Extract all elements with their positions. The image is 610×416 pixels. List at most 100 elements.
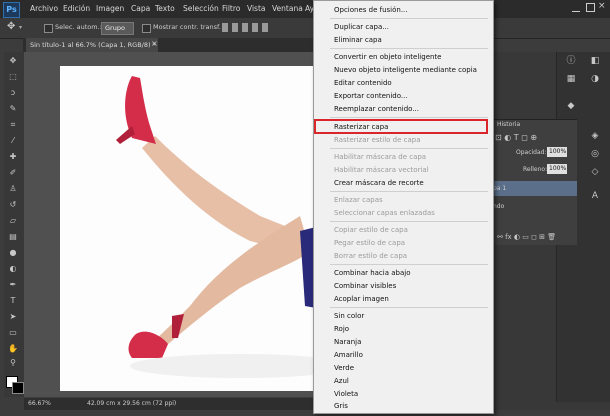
ctx-naranja[interactable]: Naranja: [334, 336, 361, 348]
fill-input[interactable]: 100%: [547, 164, 567, 174]
eyedropper-tool-icon[interactable]: ⁄: [8, 136, 18, 146]
ctx-separator: [330, 221, 488, 222]
menu-archivo[interactable]: Archivo: [30, 0, 58, 18]
show-transform-label: Mostrar contr. transf.: [153, 23, 221, 31]
minimize-icon[interactable]: [572, 3, 580, 12]
ctx-separator: [330, 48, 488, 49]
background-color-swatch[interactable]: [12, 382, 24, 394]
history-tab[interactable]: Historia: [497, 120, 520, 130]
eraser-tool-icon[interactable]: ▱: [8, 216, 18, 226]
menu-ventana[interactable]: Ventana: [272, 0, 303, 18]
path-selection-tool-icon[interactable]: ➤: [8, 312, 18, 322]
upper-heel-spike: [116, 126, 135, 144]
ctx-habilitar-mascara-vectorial[interactable]: Habilitar máscara vectorial: [334, 164, 429, 176]
adjustments-icon[interactable]: ◑: [588, 73, 602, 86]
brush-tool-icon[interactable]: ✐: [8, 168, 18, 178]
ctx-exportar-contenido[interactable]: Exportar contenido...: [334, 90, 408, 102]
menu-capa[interactable]: Capa: [131, 0, 150, 18]
menu-filtro[interactable]: Filtro: [222, 0, 240, 18]
dodge-tool-icon[interactable]: ◐: [8, 264, 18, 274]
ctx-separator: [330, 18, 488, 19]
ctx-crear-mascara-recorte[interactable]: Crear máscara de recorte: [334, 177, 424, 189]
ctx-rasterizar-estilo[interactable]: Rasterizar estilo de capa: [334, 134, 421, 146]
blur-tool-icon[interactable]: ●: [8, 248, 18, 258]
layer-row-fondo[interactable]: ndo: [493, 199, 577, 214]
ctx-convertir-objeto[interactable]: Convertir en objeto inteligente: [334, 51, 442, 63]
align-hcenter-icon[interactable]: [262, 23, 268, 32]
ctx-habilitar-mascara-capa[interactable]: Habilitar máscara de capa: [334, 151, 426, 163]
align-top-icon[interactable]: [222, 23, 228, 32]
align-buttons[interactable]: [220, 22, 310, 34]
info-icon[interactable]: ⓘ: [564, 55, 578, 68]
ctx-gris[interactable]: Gris: [334, 400, 348, 412]
document-info[interactable]: 42.09 cm x 29.56 cm (72 ppi): [87, 400, 176, 407]
opacity-input[interactable]: 100%: [547, 147, 567, 157]
history-brush-tool-icon[interactable]: ↺: [8, 200, 18, 210]
hand-tool-icon[interactable]: ✋: [8, 344, 18, 354]
ctx-combinar-abajo[interactable]: Combinar hacia abajo: [334, 267, 411, 279]
ctx-eliminar-capa[interactable]: Eliminar capa: [334, 34, 382, 46]
ctx-borrar-estilo[interactable]: Borrar estilo de capa: [334, 250, 407, 262]
gradient-tool-icon[interactable]: ▤: [8, 232, 18, 242]
channels-icon[interactable]: ◎: [588, 148, 602, 161]
ctx-acoplar-imagen[interactable]: Acoplar imagen: [334, 293, 389, 305]
auto-select-dropdown[interactable]: Grupo: [101, 22, 134, 35]
maximize-icon[interactable]: [586, 3, 595, 12]
ctx-editar-contenido[interactable]: Editar contenido: [334, 77, 392, 89]
ctx-verde[interactable]: Verde: [334, 362, 354, 374]
ctx-opciones-fusion[interactable]: Opciones de fusión...: [334, 4, 408, 16]
move-tool-icon[interactable]: ✥: [7, 21, 15, 32]
styles-icon[interactable]: ◆: [564, 100, 578, 113]
ctx-combinar-visibles[interactable]: Combinar visibles: [334, 280, 396, 292]
ctx-violeta[interactable]: Violeta: [334, 388, 358, 400]
zoom-level[interactable]: 66.67%: [28, 400, 51, 407]
layer-row-capa-1[interactable]: pa 1: [493, 181, 577, 196]
align-bottom-icon[interactable]: [242, 23, 248, 32]
pen-tool-icon[interactable]: ✒: [8, 280, 18, 290]
ctx-sin-color[interactable]: Sin color: [334, 310, 364, 322]
layer-filter-icons[interactable]: ⊡ ◐ T ◻ ⊕: [495, 133, 537, 142]
ctx-amarillo[interactable]: Amarillo: [334, 349, 363, 361]
ctx-azul[interactable]: Azul: [334, 375, 349, 387]
layers-icon[interactable]: ◈: [588, 130, 602, 143]
ctx-seleccionar-enlazadas[interactable]: Seleccionar capas enlazadas: [334, 207, 435, 219]
ctx-nuevo-objeto-copia[interactable]: Nuevo objeto inteligente mediante copia: [334, 64, 477, 76]
clone-stamp-tool-icon[interactable]: ♙: [8, 184, 18, 194]
show-transform-checkbox[interactable]: [142, 24, 151, 33]
zoom-tool-icon[interactable]: ⚲: [8, 358, 18, 368]
document-tab[interactable]: Sin título-1 al 66.7% (Capa 1, RGB/8) *: [26, 38, 158, 52]
ctx-duplicar-capa[interactable]: Duplicar capa...: [334, 21, 389, 33]
quick-selection-tool-icon[interactable]: ✎: [8, 104, 18, 114]
ctx-enlazar-capas[interactable]: Enlazar capas: [334, 194, 383, 206]
align-vcenter-icon[interactable]: [232, 23, 238, 32]
crop-tool-icon[interactable]: ⌗: [8, 120, 18, 130]
healing-brush-tool-icon[interactable]: ✚: [8, 152, 18, 162]
swatches-icon[interactable]: ▦: [564, 73, 578, 86]
paths-icon[interactable]: ◇: [588, 166, 602, 179]
menu-texto[interactable]: Texto: [155, 0, 175, 18]
character-icon[interactable]: A: [588, 190, 602, 203]
menu-imagen[interactable]: Imagen: [96, 0, 124, 18]
color-icon[interactable]: ◧: [588, 55, 602, 68]
ctx-rasterizar-capa[interactable]: Rasterizar capa: [334, 121, 388, 133]
menu-seleccion[interactable]: Selección: [183, 0, 219, 18]
layer-name: pa 1: [493, 185, 507, 192]
menu-edicion[interactable]: Edición: [63, 0, 90, 18]
tool-preset-dropdown-icon[interactable]: ▾: [19, 24, 22, 31]
ctx-separator: [330, 307, 488, 308]
move-tool-icon[interactable]: ✥: [8, 56, 18, 66]
ctx-copiar-estilo[interactable]: Copiar estilo de capa: [334, 224, 408, 236]
shape-tool-icon[interactable]: ▭: [8, 328, 18, 338]
align-left-icon[interactable]: [252, 23, 258, 32]
close-window-icon[interactable]: ×: [598, 1, 606, 11]
layer-actions-icons[interactable]: ⚯ fx ◐ ▭ ◻ ⊞ 🗑: [497, 233, 556, 241]
ctx-reemplazar-contenido[interactable]: Reemplazar contenido...: [334, 103, 419, 115]
ctx-rojo[interactable]: Rojo: [334, 323, 349, 335]
auto-select-checkbox[interactable]: [44, 24, 53, 33]
ctx-pegar-estilo[interactable]: Pegar estilo de capa: [334, 237, 405, 249]
lasso-tool-icon[interactable]: ↄ: [8, 88, 18, 98]
type-tool-icon[interactable]: T: [8, 296, 18, 306]
close-document-icon[interactable]: ×: [151, 39, 158, 48]
menu-vista[interactable]: Vista: [247, 0, 266, 18]
marquee-tool-icon[interactable]: ⬚: [8, 72, 18, 82]
